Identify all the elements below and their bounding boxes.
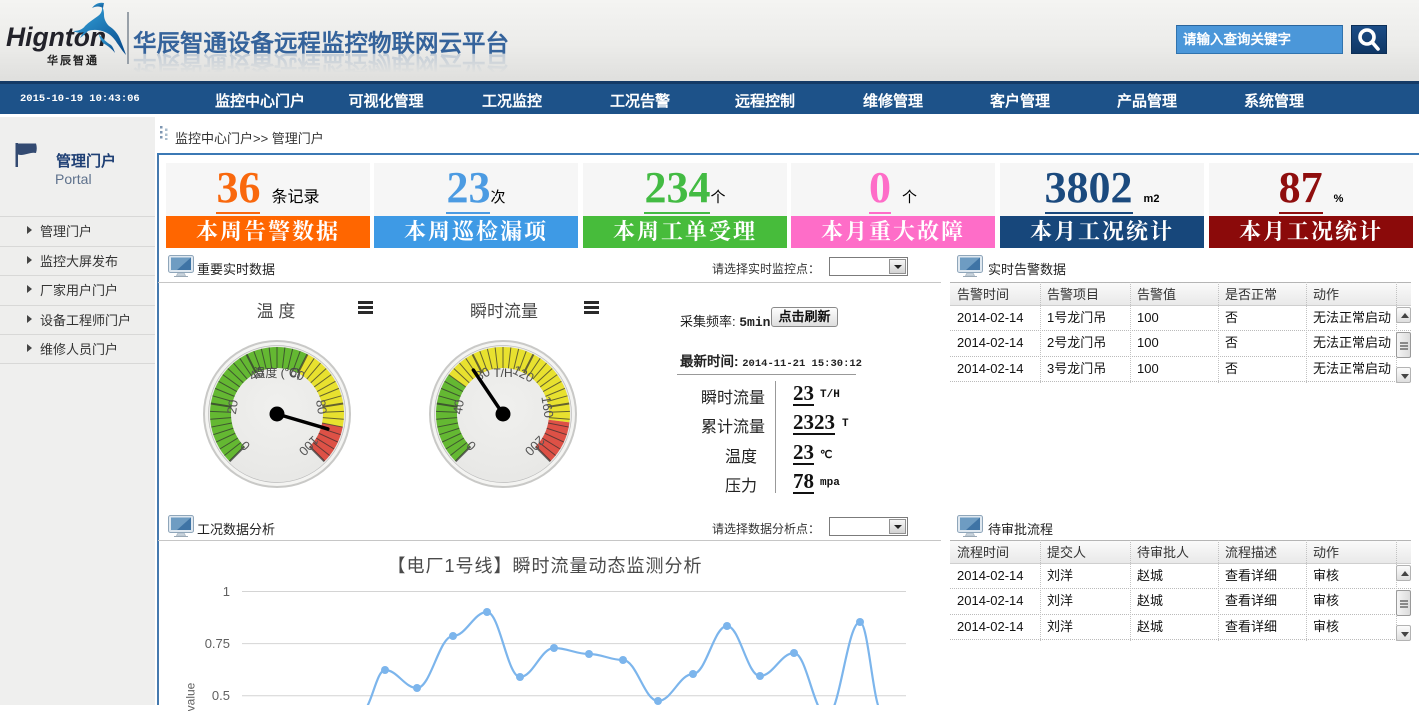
svg-text:T/H: T/H	[493, 366, 512, 380]
svg-text:40: 40	[450, 399, 467, 416]
svg-text:20: 20	[224, 399, 241, 416]
svg-text:温度 (℃): 温度 (℃)	[253, 365, 300, 380]
svg-text:80: 80	[313, 399, 330, 416]
